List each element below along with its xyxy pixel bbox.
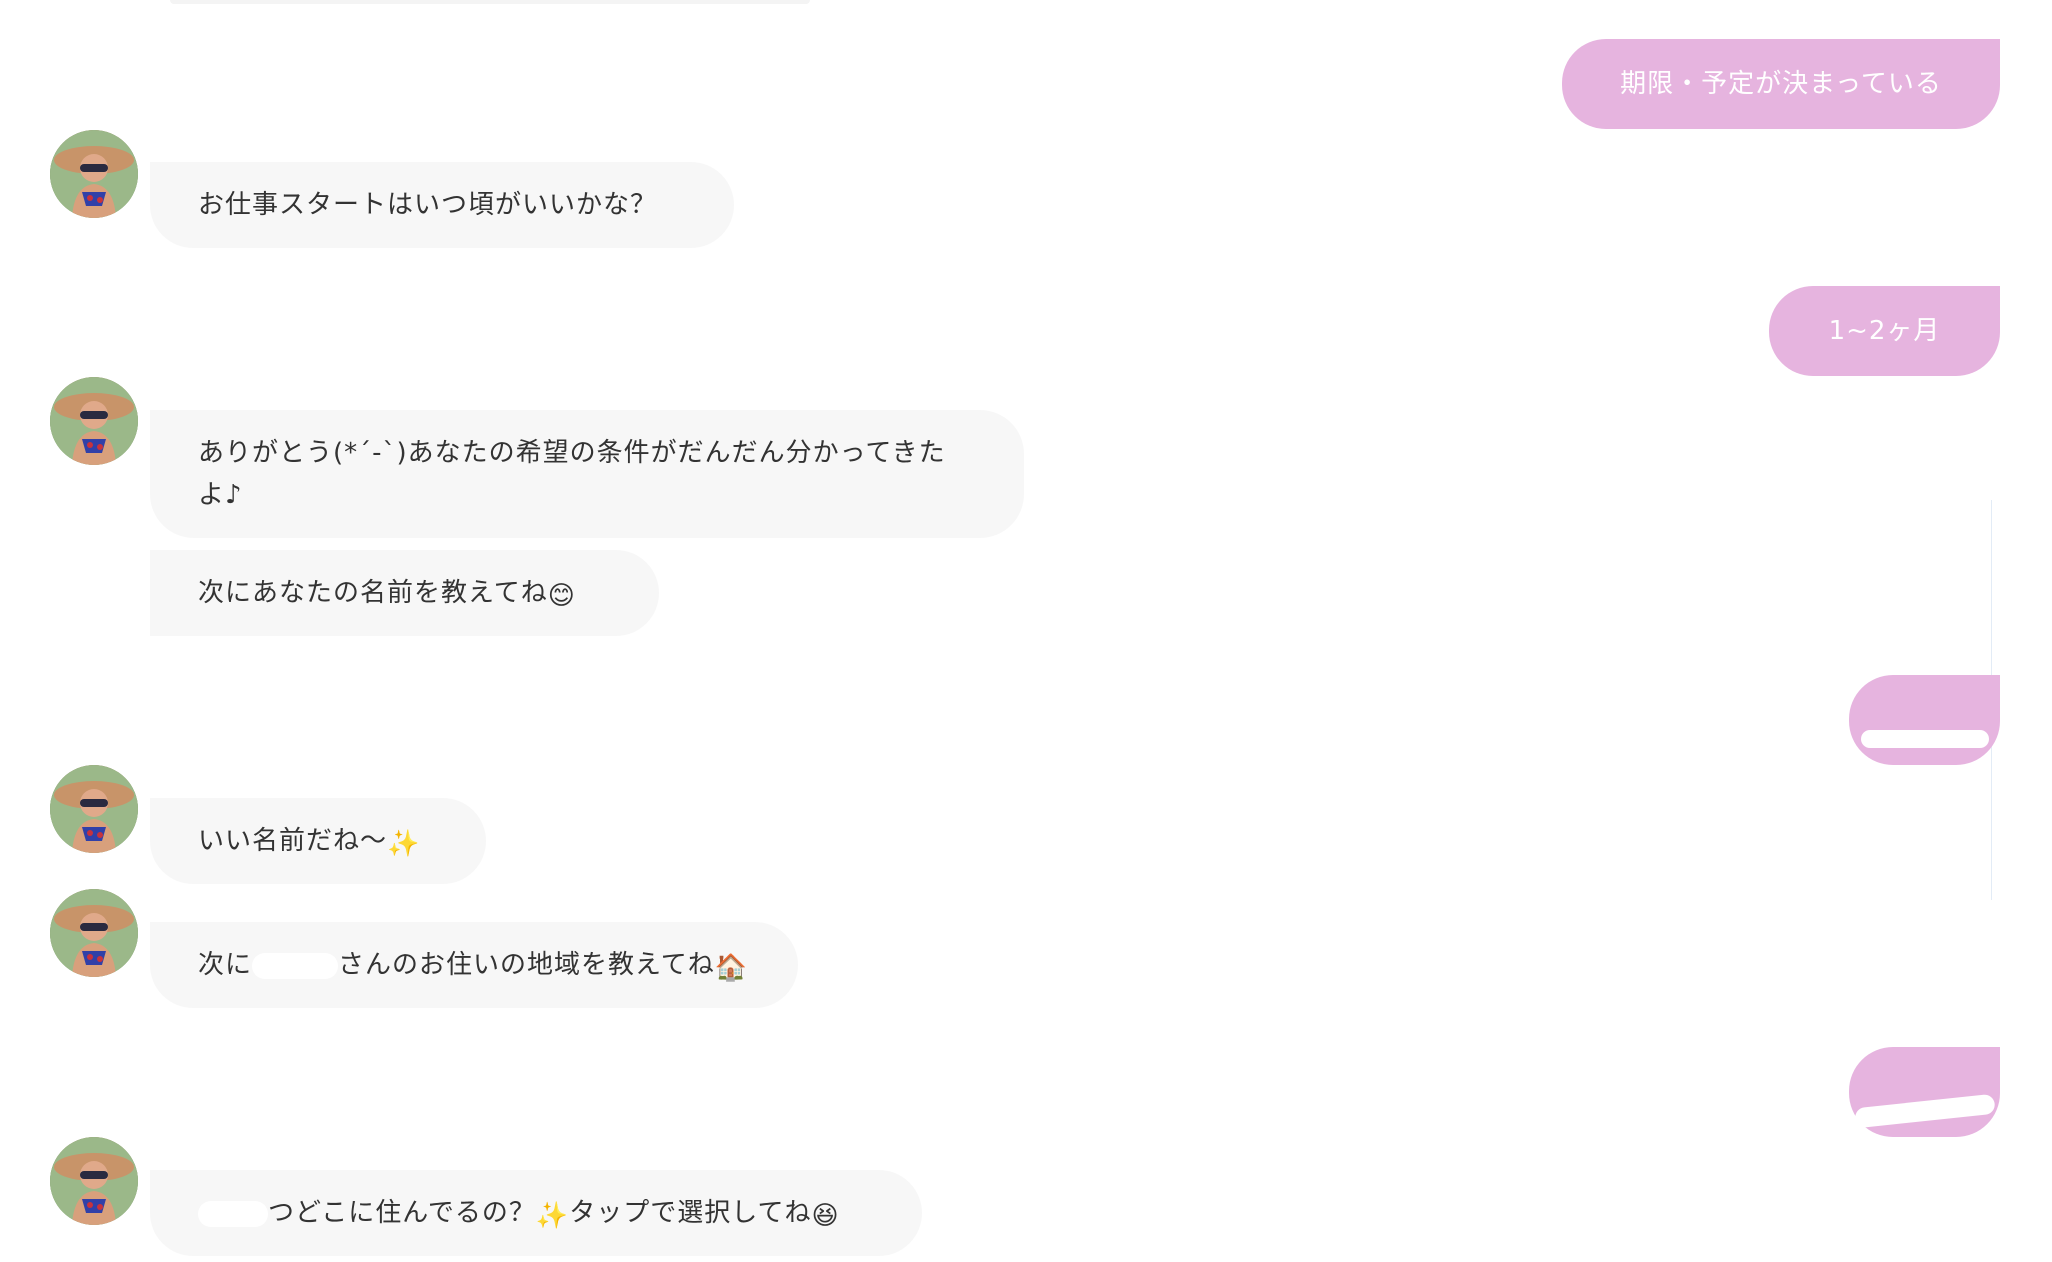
bot-message-text: つどこに住んでるの？ (268, 1198, 536, 1228)
bot-avatar (50, 889, 138, 977)
bot-message-text: さんのお住いの地域を教えてね (338, 950, 715, 980)
bot-message-text: タップで選択してね (569, 1198, 812, 1228)
redacted-text (198, 1200, 268, 1227)
sparkles-emoji-icon: ✨ (535, 1201, 570, 1231)
bot-message-text: 次に (198, 950, 253, 980)
bot-message-name-question: 次にあなたの名前を教えてね😊 (150, 550, 659, 636)
user-message-text: 期限・予定が決まっている (1620, 69, 1942, 99)
avatar-icon (50, 765, 138, 853)
bot-message-line: ありがとう(*´-`)あなたの希望の条件がだんだん分かってきた (198, 438, 946, 468)
avatar-icon (50, 889, 138, 977)
user-message-deadline: 期限・予定が決まっている (1562, 39, 2000, 129)
bot-message-thanks: ありがとう(*´-`)あなたの希望の条件がだんだん分かってきた よ♪ (150, 410, 1024, 538)
redacted-text (252, 952, 339, 979)
bot-message-live-question: つどこに住んでるの？✨タップで選択してね😆 (150, 1170, 922, 1256)
user-message-area-redacted (1849, 1047, 2000, 1137)
avatar-icon (50, 1137, 138, 1225)
bot-message-start-question: お仕事スタートはいつ頃がいいかな？ (150, 162, 734, 248)
bot-message-line: よ♪ (198, 480, 243, 510)
avatar-icon (50, 377, 138, 465)
avatar-icon (50, 130, 138, 218)
bot-message-text: 次にあなたの名前を教えてね (198, 578, 548, 608)
laughing-emoji-icon: 😆 (811, 1201, 840, 1231)
smile-emoji-icon: 😊 (547, 581, 576, 611)
user-message-text: 1~2ヶ月後 (1828, 316, 1941, 436)
bot-avatar (50, 377, 138, 465)
redacted-text (1860, 729, 1989, 748)
bot-message-nice-name: いい名前だね〜✨ (150, 798, 486, 884)
bot-avatar (50, 1137, 138, 1225)
previous-message-edge (170, 0, 810, 4)
bot-message-area-question: 次に さんのお住いの地域を教えてね🏠 (150, 922, 798, 1008)
bot-avatar (50, 130, 138, 218)
bot-message-text: いい名前だね〜 (198, 826, 388, 856)
house-emoji-icon: 🏠 (714, 953, 749, 983)
chat-log: 期限・予定が決まっている お仕事スタートはいつ頃がいいかな？ 1~2ヶ月後 あり… (0, 0, 2052, 1262)
user-message-name-redacted (1849, 675, 2000, 765)
bot-message-text: お仕事スタートはいつ頃がいいかな？ (198, 190, 658, 220)
sparkles-emoji-icon: ✨ (387, 829, 421, 859)
bot-avatar (50, 765, 138, 853)
redacted-text (1853, 1093, 1996, 1128)
user-message-start: 1~2ヶ月後 (1769, 286, 2000, 436)
